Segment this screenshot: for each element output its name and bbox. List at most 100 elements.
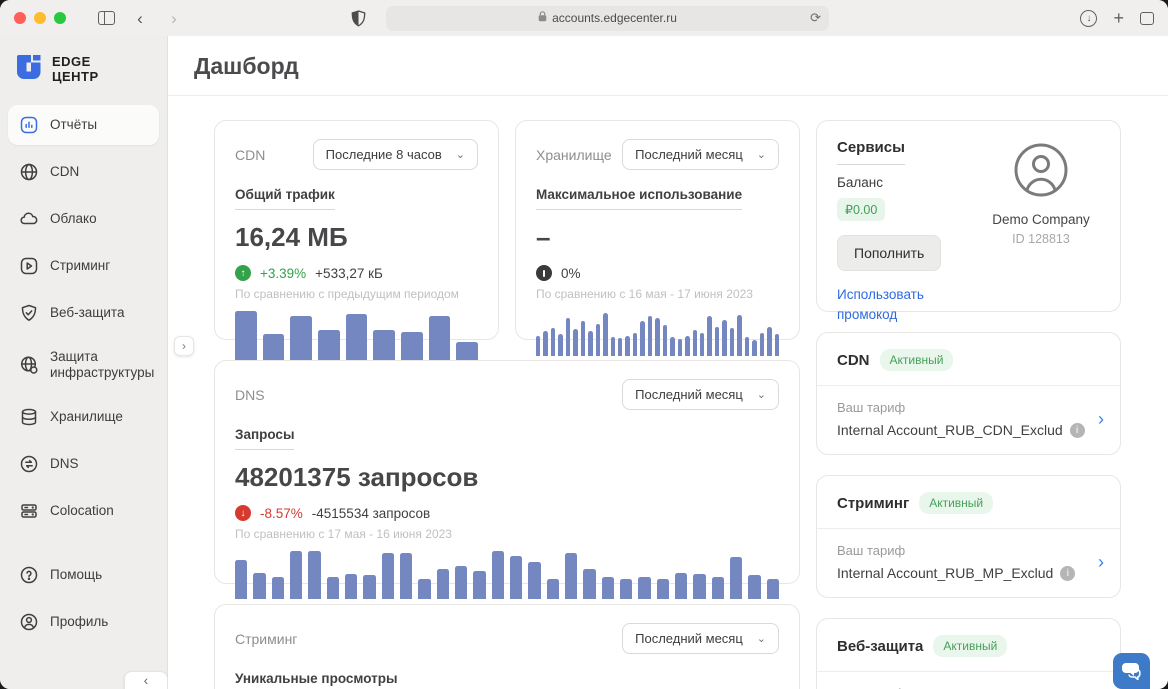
sidebar-item-streaming[interactable]: Стриминг [8,246,159,286]
back-button[interactable]: ‹ [128,6,152,30]
streaming-service-card[interactable]: Стриминг Активный Ваш тариф Internal Acc… [816,475,1121,598]
storage-period-select[interactable]: Последний месяц⌄ [622,139,779,170]
metric-label: Общий трафик [235,187,335,210]
metric-label: Максимальное использование [536,187,742,210]
cdn-service-card[interactable]: CDN Активный Ваш тариф Internal Account_… [816,332,1121,455]
chart-bar [648,316,652,357]
chart-bar [618,338,622,356]
sidebar-item-profile[interactable]: Профиль [8,602,159,642]
chart-bar [318,330,340,361]
cdn-metric-card: CDN Последние 8 часов⌄ Общий трафик 16,2… [214,120,499,340]
chart-bar [581,321,585,356]
chart-bar [596,324,600,356]
forward-button[interactable]: › [162,6,186,30]
chart-bar [685,336,689,356]
metric-label: Запросы [235,427,294,450]
globe-icon [18,161,40,183]
delta-absolute: +533,27 кБ [315,266,383,281]
sidebar-expand-handle[interactable]: › [174,336,194,356]
info-icon[interactable]: i [1070,423,1085,438]
chart-bar [588,331,592,356]
sidebar-item-label: Облако [50,211,97,227]
chart-bar [663,325,667,357]
chart-bar [675,573,687,599]
chart-bar [707,316,711,356]
chevron-right-icon[interactable]: › [1098,552,1104,573]
service-name: Веб-защита [837,638,923,655]
status-badge: Активный [933,635,1007,657]
logo: EDGE ЦЕНТР [0,36,167,105]
minimize-window-button[interactable] [34,12,46,24]
card-label: CDN [235,147,265,163]
company-name: Demo Company [992,212,1090,227]
chart-bar [290,316,312,361]
sidebar-item-help[interactable]: Помощь [8,555,159,595]
chart-bar [625,336,629,356]
info-icon[interactable]: i [1060,566,1075,581]
new-tab-icon[interactable]: + [1113,8,1124,29]
sidebar-item-cdn[interactable]: CDN [8,152,159,192]
privacy-shield-icon[interactable] [346,6,370,30]
sidebar-item-cloud[interactable]: Облако [8,199,159,239]
compare-caption: По сравнению с предыдущим периодом [235,287,478,301]
topup-button[interactable]: Пополнить [837,235,941,271]
chart-bar [456,342,478,361]
chart-bar [566,318,570,356]
chart-bar [767,579,779,599]
chart-bar [565,553,577,599]
chart-bar [602,577,614,599]
chart-bar [346,314,368,362]
chevron-down-icon: ⌄ [757,632,766,645]
sidebar-collapse-button[interactable]: ‹ [124,671,168,689]
sidebar-item-label: Веб-защита [50,305,124,321]
chart-bar [401,332,423,361]
chat-bubbles-icon [1121,662,1142,680]
chart-bar [693,574,705,599]
service-name: Стриминг [837,495,909,512]
storage-bar-chart [536,311,779,356]
sidebar-item-label: Профиль [50,614,108,630]
main-content: Дашборд CDN Последние 8 часов⌄ [168,36,1168,689]
sidebar-item-label: Помощь [50,567,102,583]
browser-window: ‹ › accounts.edgecenter.ru ⟳ ↓ + [0,0,1168,689]
chart-bar [670,337,674,356]
dns-icon [18,453,40,475]
tab-overview-icon[interactable] [1140,12,1154,25]
address-bar[interactable]: accounts.edgecenter.ru ⟳ [386,6,829,31]
dns-period-select[interactable]: Последний месяц⌄ [622,379,779,410]
close-window-button[interactable] [14,12,26,24]
chat-widget-button[interactable] [1113,653,1150,689]
sidebar-item-label: DNS [50,456,79,472]
sidebar-item-web-security[interactable]: Веб-защита [8,293,159,333]
help-icon [18,564,40,586]
chevron-right-icon[interactable]: › [1098,409,1104,430]
downloads-icon[interactable]: ↓ [1080,10,1097,27]
chart-bar [235,311,257,361]
zoom-window-button[interactable] [54,12,66,24]
metric-value: – [536,222,779,253]
chart-bar [429,316,451,361]
sidebar-item-reports[interactable]: Отчёты [8,105,159,145]
sidebar-item-label: Хранилище [50,409,123,425]
browser-toolbar: ‹ › accounts.edgecenter.ru ⟳ ↓ + [0,0,1168,36]
reload-icon[interactable]: ⟳ [810,10,821,26]
sidebar-item-label: Стриминг [50,258,110,274]
sidebar-item-dns[interactable]: DNS [8,444,159,484]
sidebar-item-infra-security[interactable]: Защита инфраструктуры [8,340,159,390]
chart-bar [767,327,771,356]
cdn-period-select[interactable]: Последние 8 часов⌄ [313,139,478,170]
streaming-period-select[interactable]: Последний месяц⌄ [622,623,779,654]
chart-bar [327,577,339,599]
sidebar-item-label: Colocation [50,503,114,519]
chart-bar [263,334,285,362]
web-security-service-card[interactable]: Веб-защита Активный Ваш тариф [816,618,1121,689]
chart-bar [418,579,430,599]
chart-bar [543,331,547,356]
promo-code-link[interactable]: Использовать промокод [837,285,947,326]
chart-bar [633,333,637,356]
sidebar-toggle-icon[interactable] [94,6,118,30]
sidebar-item-storage[interactable]: Хранилище [8,397,159,437]
chart-bar [737,315,741,356]
sidebar-item-colocation[interactable]: Colocation [8,491,159,531]
card-label: Стриминг [235,631,297,647]
